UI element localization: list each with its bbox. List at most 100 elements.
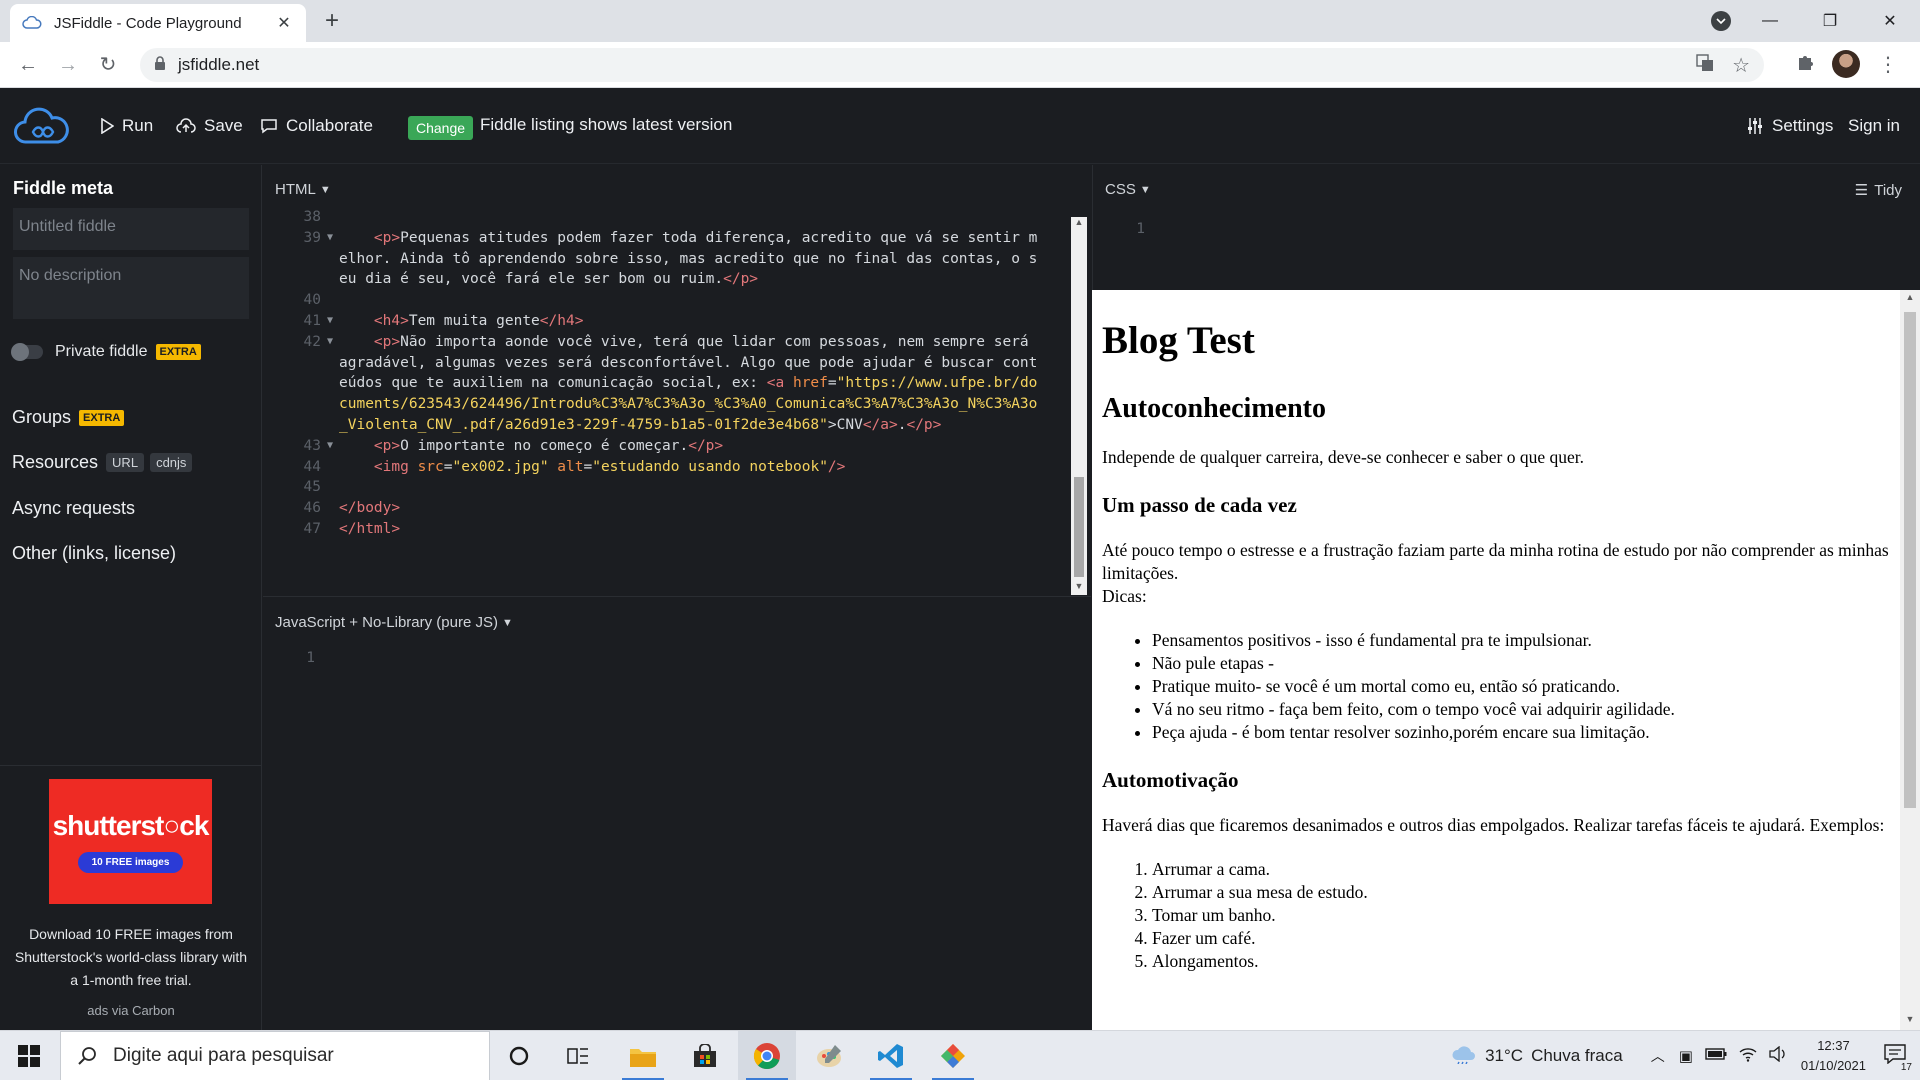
fold-arrow-icon[interactable]: ▼ — [321, 436, 339, 457]
forward-icon[interactable]: → — [54, 51, 82, 79]
caret-down-icon: ▼ — [1139, 183, 1151, 196]
url-text: jsfiddle.net — [178, 55, 260, 74]
css-language-dropdown[interactable]: CSS ▼ — [1105, 181, 1151, 198]
wifi-icon[interactable] — [1739, 1046, 1757, 1067]
vscode-icon[interactable] — [862, 1031, 920, 1080]
fold-arrow-icon[interactable]: ▼ — [321, 228, 339, 290]
git-app-icon[interactable] — [924, 1031, 982, 1080]
private-toggle[interactable] — [11, 343, 43, 361]
ad-description[interactable]: Download 10 FREE images from Shutterstoc… — [14, 923, 248, 992]
save-button[interactable]: Save — [176, 112, 243, 140]
tab-title: JSFiddle - Code Playground — [54, 14, 242, 32]
html-editor-scrollbar[interactable]: ▲ ▼ — [1071, 217, 1087, 595]
media-control-icon[interactable] — [1711, 11, 1731, 31]
code-line: </body> — [339, 500, 401, 517]
extensions-puzzle-icon[interactable] — [1796, 53, 1814, 76]
url-field[interactable]: jsfiddle.net ☆ — [140, 48, 1764, 82]
weather-temperature[interactable]: 31°C — [1485, 1046, 1523, 1066]
back-icon[interactable]: ← — [14, 51, 42, 79]
fold-arrow-icon[interactable]: ▼ — [321, 311, 339, 332]
sign-in-link[interactable]: Sign in — [1848, 112, 1900, 140]
scrollbar-thumb[interactable] — [1904, 312, 1916, 808]
browser-menu-icon[interactable]: ⋮ — [1878, 52, 1898, 77]
sidebar-item-other[interactable]: Other (links, license) — [12, 543, 176, 564]
settings-button[interactable]: Settings — [1746, 112, 1833, 140]
js-code-editor[interactable]: 1 — [263, 648, 1071, 669]
jsfiddle-logo-icon[interactable] — [12, 104, 70, 148]
minimize-icon[interactable]: — — [1740, 12, 1800, 30]
lock-icon — [154, 55, 166, 75]
paragraph: Independe de qualquer carreira, deve-se … — [1102, 447, 1584, 467]
task-view-icon[interactable] — [550, 1031, 608, 1080]
sidebar-item-async-requests[interactable]: Async requests — [12, 498, 135, 519]
windows-start-icon[interactable] — [18, 1045, 40, 1072]
result-preview-frame[interactable]: Blog Test Autoconhecimento Independe de … — [1092, 290, 1920, 1030]
scroll-down-icon[interactable]: ▼ — [1071, 581, 1087, 595]
tidy-button[interactable]: ☰ Tidy — [1855, 181, 1902, 200]
jsfiddle-favicon-icon — [22, 15, 44, 31]
fiddle-title-input[interactable]: Untitled fiddle — [13, 208, 249, 250]
meet-now-icon[interactable]: ▣ — [1679, 1047, 1693, 1065]
weather-cloud-icon[interactable] — [1451, 1044, 1477, 1069]
notification-count: 17 — [1900, 1061, 1912, 1073]
close-window-icon[interactable]: ✕ — [1860, 11, 1920, 31]
resources-url-pill[interactable]: URL — [106, 453, 145, 472]
result-content: Blog Test Autoconhecimento Independe de … — [1102, 290, 1892, 973]
profile-avatar[interactable] — [1832, 50, 1860, 78]
fiddle-description-input[interactable]: No description — [13, 257, 249, 319]
browser-tab[interactable]: JSFiddle - Code Playground ✕ — [10, 4, 306, 42]
restore-icon[interactable]: ❐ — [1800, 11, 1860, 31]
file-explorer-icon[interactable] — [614, 1031, 672, 1080]
windows-taskbar: Digite aqui para pesquisar 31°C Chuva fr… — [0, 1030, 1920, 1080]
paint-app-icon[interactable] — [800, 1031, 858, 1080]
html-language-dropdown[interactable]: HTML ▼ — [275, 181, 331, 198]
new-tab-icon[interactable]: + — [325, 8, 339, 34]
result-scrollbar[interactable]: ▲ ▼ — [1900, 290, 1920, 1030]
css-editor-panel: CSS ▼ ☰ Tidy 1 — [1092, 165, 1920, 290]
list-item: Pensamentos positivos - isso é fundament… — [1152, 629, 1892, 652]
reload-icon[interactable]: ↻ — [94, 51, 122, 79]
close-tab-icon[interactable]: ✕ — [274, 13, 294, 33]
taskbar-clock[interactable]: 12:37 01/10/2021 — [1801, 1036, 1866, 1076]
shutterstock-ad-image[interactable]: shutterst○ck 10 FREE images — [49, 779, 212, 904]
window-controls: — ❐ ✕ — [1740, 0, 1920, 42]
css-code-editor[interactable]: 1 — [1093, 219, 1901, 240]
resources-cdnjs-pill[interactable]: cdnjs — [150, 453, 193, 472]
code-line: <p>O importante no começo é começar.</p> — [373, 437, 724, 454]
js-language-dropdown[interactable]: JavaScript + No-Library (pure JS) ▼ — [275, 614, 513, 631]
sidebar-item-groups[interactable]: Groups EXTRA — [12, 407, 125, 428]
tips-list: Pensamentos positivos - isso é fundament… — [1102, 629, 1892, 744]
fiddle-meta-title: Fiddle meta — [13, 178, 114, 198]
list-item: Vá no seu ritmo - faça bem feito, com o … — [1152, 698, 1892, 721]
taskbar-search-box[interactable]: Digite aqui para pesquisar — [60, 1031, 490, 1080]
list-item: Pratique muito- se você é um mortal como… — [1152, 675, 1892, 698]
notifications-icon[interactable]: 17 — [1884, 1043, 1912, 1073]
chevron-up-icon[interactable]: ︿ — [1651, 1046, 1665, 1066]
fold-arrow-icon[interactable]: ▼ — [321, 332, 339, 436]
list-item: Tomar um banho. — [1152, 904, 1892, 927]
change-version-button[interactable]: Change — [408, 116, 474, 140]
bookmark-star-icon[interactable]: ☆ — [1732, 53, 1750, 78]
private-fiddle-toggle-row[interactable]: Private fiddle EXTRA — [11, 343, 201, 361]
scroll-up-icon[interactable]: ▲ — [1071, 217, 1087, 231]
scroll-up-icon[interactable]: ▲ — [1900, 292, 1920, 306]
code-line: </html> — [339, 520, 401, 537]
weather-description[interactable]: Chuva fraca — [1531, 1046, 1623, 1066]
html-code-editor[interactable]: 38 39 ▼ <p>Pequenas atitudes podem fazer … — [263, 207, 1071, 540]
scroll-down-icon[interactable]: ▼ — [1900, 1014, 1920, 1028]
chrome-icon[interactable] — [738, 1031, 796, 1080]
list-item: Alongamentos. — [1152, 950, 1892, 973]
run-button[interactable]: Run — [100, 112, 153, 140]
ads-via-carbon-link[interactable]: ads via Carbon — [0, 1003, 262, 1018]
collaborate-button[interactable]: Collaborate — [260, 112, 373, 140]
battery-icon[interactable] — [1705, 1047, 1727, 1065]
listing-status-text: Fiddle listing shows latest version — [480, 115, 733, 134]
scrollbar-thumb[interactable] — [1074, 477, 1084, 577]
microsoft-store-icon[interactable] — [676, 1031, 734, 1080]
translate-icon[interactable] — [1696, 53, 1714, 77]
sidebar-item-resources[interactable]: Resources URL cdnjs — [12, 452, 193, 473]
list-item: Não pule etapas - — [1152, 652, 1892, 675]
cortana-icon[interactable] — [490, 1031, 548, 1080]
volume-icon[interactable] — [1769, 1045, 1787, 1067]
html-editor-panel: HTML ▼ 38 39 ▼ <p>Pequenas atitudes podem… — [263, 165, 1091, 597]
